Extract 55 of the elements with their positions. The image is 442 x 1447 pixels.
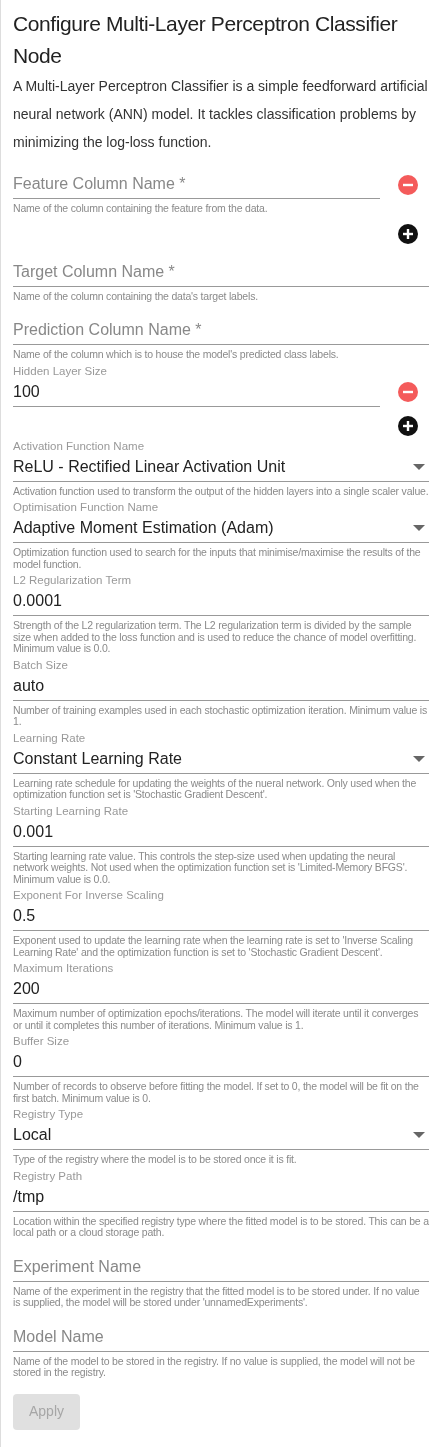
field-label: Maximum Iterations — [13, 962, 115, 975]
helper-text: Name of the experiment in the registry that the fitted model is to be stored under. If no value is supplied, the model will be stored under 'unnamedExperiments'. — [13, 1285, 421, 1309]
text-field[interactable]: 100 — [13, 377, 380, 407]
remove-icon[interactable] — [398, 382, 418, 402]
helper-text: Name of the column containing the data's target labels. — [13, 290, 259, 302]
dropdown-caret-icon — [413, 1132, 425, 1138]
text-field[interactable]: Prediction Column Name * — [13, 316, 429, 345]
field-label: Hidden Layer Size — [13, 364, 108, 378]
helper-text: Activation function used to transform the output of the hidden layers into a single scaler value. — [13, 485, 429, 497]
helper-text: Starting learning rate value. This controls the step-size used when updating the neural network weights. Not used when the optimization function set is 'Limited-Memory BFGS'. Minimum value is 0.0. — [13, 850, 409, 885]
page-title: Configure Multi-Layer Perceptron Classifier Node — [13, 11, 399, 69]
text-field[interactable]: Target Column Name * — [13, 257, 429, 287]
helper-text: Name of the column containing the feature from the data. — [13, 203, 269, 215]
helper-text: Exponent used to update the learning rate when the learning rate is set to 'Inverse Scaling Learning Rate' and the optimization function is set to 'Stochastic Gradient Descent'. — [13, 935, 414, 958]
text-field[interactable]: 0 — [13, 1048, 429, 1077]
field-label: Registry Path — [13, 1169, 84, 1183]
remove-icon[interactable] — [398, 174, 418, 195]
text-field[interactable]: 200 — [13, 975, 429, 1004]
field-label: Activation Function Name — [13, 439, 146, 453]
text-field[interactable]: Model Name — [13, 1322, 429, 1352]
add-icon[interactable] — [398, 223, 418, 244]
field-label: Starting Learning Rate — [13, 804, 130, 818]
helper-text: Optimization function used to search for the inputs that minimise/maximise the results of the model function. — [13, 547, 422, 570]
dropdown-caret-icon — [413, 525, 425, 531]
helper-text: Number of records to observe before fitting the model. If set to 0, the model will be fit on the first batch. Minimum value is 0. — [13, 1081, 420, 1104]
helper-text: Strength of the L2 regularization term. The L2 regularization term is divided by the sample size when added to the loss function and is used to reduce the chance of model overfitting. Minimum value is 0.0. — [13, 620, 418, 655]
node-description: A Multi-Layer Perceptron Classifier is a simple feedforward artificial neural network (ANN) model. It tackles classification problems by minimizing the log-loss function. — [13, 77, 429, 152]
text-field[interactable]: Feature Column Name * — [13, 170, 380, 199]
field-label: Batch Size — [13, 658, 69, 672]
text-field[interactable]: auto — [13, 671, 429, 701]
select-field[interactable]: Constant Learning Rate — [13, 744, 429, 774]
helper-text: Name of the model to be stored in the registry. If no value is supplied, the model will not be stored in the registry. — [13, 1355, 416, 1379]
text-field[interactable]: /tmp — [13, 1182, 429, 1212]
select-field[interactable]: ReLU - Rectified Linear Activation Unit — [13, 452, 429, 482]
helper-text: Location within the specified registry type where the fitted model is to be stored. This can be a local path or a cloud storage path. — [13, 1215, 429, 1239]
dropdown-caret-icon — [413, 755, 425, 762]
dropdown-caret-icon — [413, 463, 425, 470]
field-label: Exponent For Inverse Scaling — [13, 889, 165, 902]
text-field[interactable]: Experiment Name — [13, 1252, 429, 1282]
field-label: L2 Regularization Term — [13, 574, 133, 587]
helper-text: Type of the registry where the model is to be stored once it is fit. — [13, 1154, 298, 1166]
select-field[interactable]: Local — [13, 1121, 429, 1150]
text-field[interactable]: 0.001 — [13, 817, 429, 847]
field-label: Registry Type — [13, 1108, 85, 1121]
field-label: Optimisation Function Name — [13, 501, 160, 514]
helper-text: Learning rate schedule for updating the weights of the nueral network. Only used when the optimization function set is 'Stochastic Gradient Descent'. — [13, 777, 418, 801]
text-field[interactable]: 0.5 — [13, 902, 429, 931]
helper-text: Name of the column which is to house the model's predicted class labels. — [13, 349, 340, 361]
add-icon[interactable] — [398, 415, 418, 436]
field-label: Buffer Size — [13, 1035, 71, 1048]
select-field[interactable]: Adaptive Moment Estimation (Adam) — [13, 514, 429, 543]
helper-text: Number of training examples used in each stochastic optimization iteration. Minimum value is 1. — [13, 704, 429, 728]
field-label: Learning Rate — [13, 731, 87, 745]
text-field[interactable]: 0.0001 — [13, 587, 429, 616]
helper-text: Maximum number of optimization epochs/iterations. The model will iterate until it converges or until it completes this number of iterations. Minimum value is 1. — [13, 1008, 420, 1031]
